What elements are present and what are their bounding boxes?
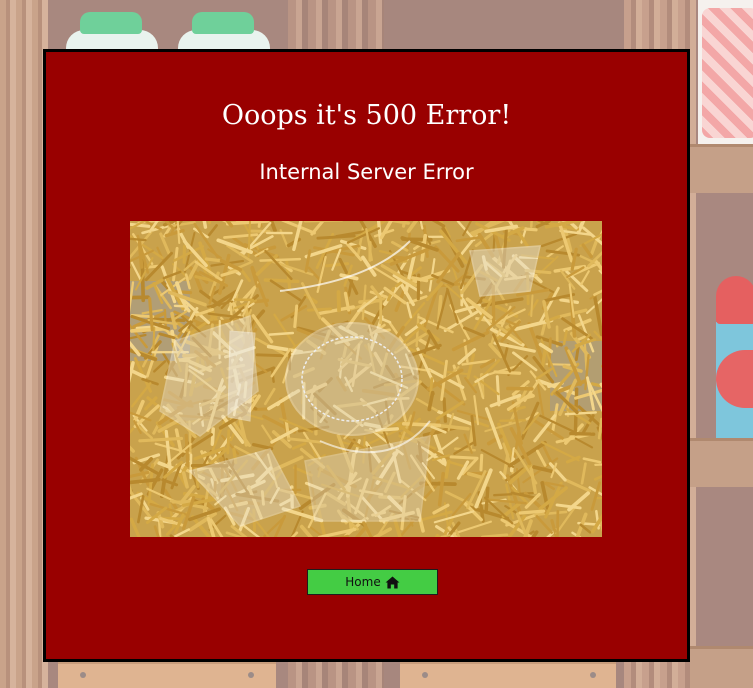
- home-button-label: Home: [345, 575, 381, 589]
- jar-lid: [192, 12, 254, 34]
- pasta-bag-illustration: [698, 0, 753, 144]
- error-subtitle: Internal Server Error: [259, 160, 474, 184]
- error-title: Ooops it's 500 Error!: [221, 100, 512, 131]
- bottle-cap: [716, 276, 753, 324]
- broken-glass-noodles-image: [130, 221, 602, 537]
- home-icon: [385, 575, 400, 589]
- home-button[interactable]: Home: [307, 569, 438, 595]
- shelf: [690, 646, 753, 688]
- error-panel: Ooops it's 500 Error! Internal Server Er…: [43, 49, 690, 662]
- shelf: [690, 144, 753, 193]
- shelf: [690, 438, 753, 487]
- drawer: [400, 662, 616, 688]
- error-image: [130, 221, 602, 537]
- jar-lid: [80, 12, 142, 34]
- wood-plank: [0, 0, 48, 688]
- drawer: [58, 662, 276, 688]
